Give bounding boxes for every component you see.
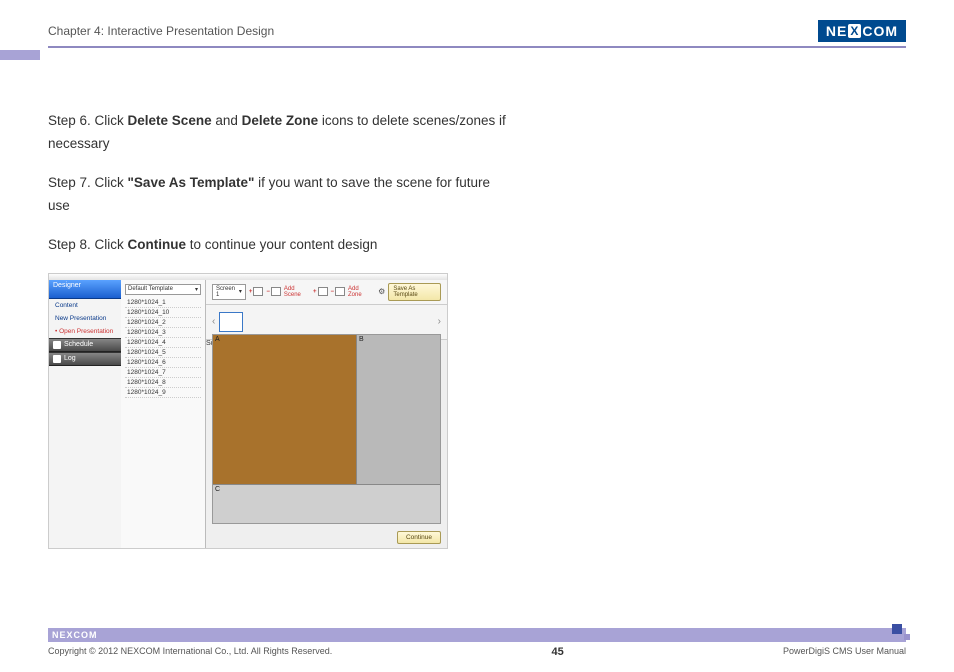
add-zone-label: Add Zone <box>348 286 371 298</box>
app-screenshot: Designer Content New Presentation • Open… <box>48 273 448 549</box>
nexcom-logo: NE X COM <box>818 20 906 42</box>
scene-icon <box>271 287 281 296</box>
list-item[interactable]: 1280*1024_4 <box>125 338 201 348</box>
plus-icon: + <box>249 289 253 295</box>
zone-icon <box>335 287 345 296</box>
save-as-template-button[interactable]: Save As Template <box>388 283 441 301</box>
template-dropdown[interactable]: Default Template ▾ <box>125 284 201 295</box>
add-zone-button[interactable]: + <box>313 287 328 296</box>
list-item[interactable]: 1280*1024_1 <box>125 298 201 308</box>
list-item[interactable]: 1280*1024_7 <box>125 368 201 378</box>
prev-scene-button[interactable]: ‹ <box>212 316 215 327</box>
list-item[interactable]: 1280*1024_9 <box>125 388 201 398</box>
zone-a[interactable]: A <box>213 335 356 485</box>
instruction-body: Step 6. Click Delete Scene and Delete Zo… <box>48 110 508 257</box>
footer-bar: NEXCOM <box>48 628 906 642</box>
screen-selector[interactable]: Screen 1 ▾ <box>212 284 246 300</box>
list-item[interactable]: 1280*1024_2 <box>125 318 201 328</box>
app-left-panel: Designer Content New Presentation • Open… <box>49 280 122 548</box>
log-icon <box>53 355 61 363</box>
step-8: Step 8. Click Continue to continue your … <box>48 234 508 257</box>
logo-text-left: NE <box>826 23 847 39</box>
logo-text-right: COM <box>862 23 898 39</box>
page-footer: NEXCOM Copyright © 2012 NEXCOM Internati… <box>48 628 906 658</box>
canvas-area: Screen 1 ▾ + − Add Scene + − Add Zone ⚙ … <box>206 280 447 548</box>
list-item[interactable]: 1280*1024_10 <box>125 308 201 318</box>
chapter-title: Chapter 4: Interactive Presentation Desi… <box>48 24 274 38</box>
copyright-text: Copyright © 2012 NEXCOM International Co… <box>48 646 332 658</box>
sidebar-section-log[interactable]: Log <box>49 352 121 366</box>
delete-zone-button[interactable]: − <box>331 287 346 296</box>
layout-canvas[interactable]: A B C <box>212 334 441 524</box>
section-tab-marker <box>0 50 40 60</box>
add-scene-button[interactable]: + <box>249 287 264 296</box>
zone-c[interactable]: C <box>213 484 440 523</box>
gear-icon[interactable]: ⚙ <box>378 287 385 296</box>
chevron-down-icon: ▾ <box>239 288 242 295</box>
sidebar-item-new-presentation[interactable]: New Presentation <box>49 312 121 325</box>
step-6: Step 6. Click Delete Scene and Delete Zo… <box>48 110 508 156</box>
zone-b[interactable]: B <box>356 335 440 485</box>
add-scene-label: Add Scene <box>284 286 310 298</box>
scene-icon <box>253 287 263 296</box>
next-scene-button[interactable]: › <box>438 316 441 327</box>
chevron-down-icon: ▾ <box>195 286 198 293</box>
delete-scene-button[interactable]: − <box>266 287 281 296</box>
minus-icon: − <box>331 289 335 295</box>
list-item[interactable]: 1280*1024_6 <box>125 358 201 368</box>
list-item[interactable]: 1280*1024_3 <box>125 328 201 338</box>
sidebar-item-open-presentation[interactable]: • Open Presentation <box>49 325 121 338</box>
continue-button[interactable]: Continue <box>397 531 441 544</box>
logo-text-x: X <box>848 24 861 38</box>
page-header: Chapter 4: Interactive Presentation Desi… <box>48 20 906 48</box>
sidebar-section-schedule[interactable]: Schedule <box>49 338 121 352</box>
canvas-toolbar: Screen 1 ▾ + − Add Scene + − Add Zone ⚙ … <box>206 280 447 305</box>
list-item[interactable]: 1280*1024_5 <box>125 348 201 358</box>
scene-thumbnail[interactable] <box>219 312 243 332</box>
template-panel: Default Template ▾ 1280*1024_1 1280*1024… <box>121 280 206 548</box>
page-number: 45 <box>551 646 563 658</box>
manual-title: PowerDigiS CMS User Manual <box>783 646 906 658</box>
footer-logo: NEXCOM <box>52 630 98 640</box>
template-list: 1280*1024_1 1280*1024_10 1280*1024_2 128… <box>125 298 201 398</box>
zone-icon <box>318 287 328 296</box>
list-item[interactable]: 1280*1024_8 <box>125 378 201 388</box>
sidebar-section-designer[interactable]: Designer <box>49 280 121 299</box>
minus-icon: − <box>266 289 270 295</box>
plus-icon: + <box>313 289 317 295</box>
step-7: Step 7. Click "Save As Template" if you … <box>48 172 508 218</box>
sidebar-item-content[interactable]: Content <box>49 299 121 312</box>
schedule-icon <box>53 341 61 349</box>
